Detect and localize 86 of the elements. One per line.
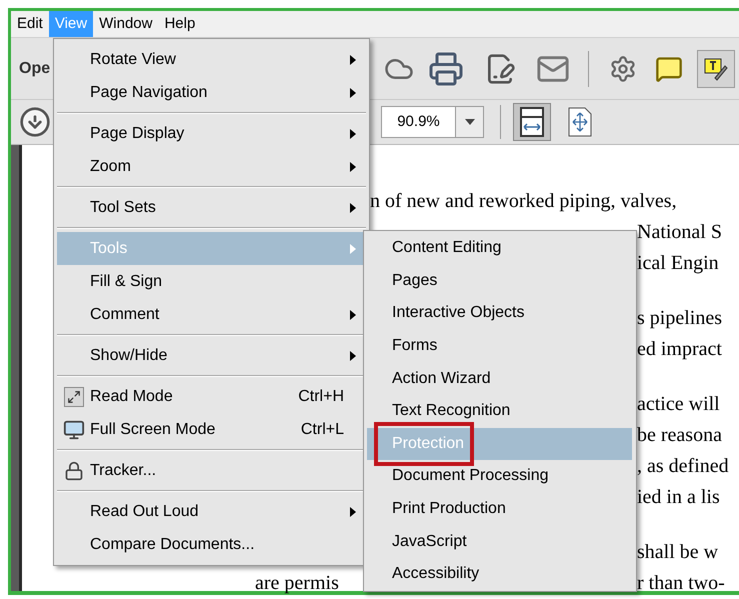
menu-item[interactable]: Accessibility <box>367 558 632 591</box>
menu-item-label: Rotate View <box>90 50 176 70</box>
menu-item-label: Tools <box>90 238 128 258</box>
toolbar-button[interactable]: Ope <box>19 56 50 80</box>
menu-item-label: Fill & Sign <box>90 272 162 292</box>
menu-item-label: Print Production <box>392 499 506 520</box>
menu-item-label: Page Display <box>90 124 184 144</box>
menu-item[interactable]: Tracker... <box>57 454 366 487</box>
submenu-arrow-icon <box>350 244 356 254</box>
document-text: , as defined <box>637 454 729 478</box>
zoom-field[interactable]: 90.9% <box>381 106 456 138</box>
fit-page-icon[interactable] <box>513 103 551 141</box>
submenu-arrow-icon <box>350 162 356 172</box>
menu-item-label: Comment <box>90 304 160 324</box>
menu-item-label: Interactive Objects <box>392 303 524 324</box>
menu-item-label: JavaScript <box>392 532 467 552</box>
submenu-arrow-icon <box>350 88 356 98</box>
lock-icon <box>64 460 84 480</box>
menu-item-label: Content Editing <box>392 238 502 258</box>
menu-bar-item[interactable]: Window <box>93 11 158 37</box>
menu-item[interactable]: Show/Hide <box>57 339 366 372</box>
typewriter-icon[interactable] <box>697 50 735 88</box>
speech-bubble-icon[interactable] <box>655 54 683 82</box>
menu-item[interactable]: Text Recognition <box>367 394 632 428</box>
menu-item[interactable]: JavaScript <box>367 525 632 558</box>
caret-icon <box>464 119 474 125</box>
document-text: r than two- <box>637 570 725 594</box>
menu-item[interactable]: Forms <box>367 330 632 362</box>
menu-item-label: Accessibility <box>392 564 480 584</box>
menu-item[interactable]: Document Processing <box>367 460 632 493</box>
menu-bar-item[interactable]: Edit <box>11 11 49 37</box>
document-text: National S <box>637 220 722 244</box>
shortcut-label: Ctrl+H <box>298 386 344 406</box>
menu-item-label: Page Navigation <box>90 82 208 102</box>
menu-item-label: Compare Documents... <box>90 534 255 554</box>
menu-item-label: Read Out Loud <box>90 502 199 522</box>
document-text: ed impract <box>637 336 722 360</box>
submenu-arrow-icon <box>350 310 356 320</box>
shortcut-label: Ctrl+L <box>300 420 344 440</box>
menu-item[interactable]: Action Wizard <box>367 362 632 395</box>
menu-item[interactable]: Read Out Loud <box>57 495 366 528</box>
menu-item[interactable]: Content Editing <box>367 232 632 265</box>
menu-item[interactable]: Tool Sets <box>57 191 366 224</box>
menu-item-label: Tracker... <box>90 460 156 480</box>
menu-item-label: Document Processing <box>392 466 549 486</box>
menu-item[interactable]: Zoom <box>57 150 366 183</box>
menu-item[interactable]: Rotate View <box>57 43 366 76</box>
menu-item[interactable]: Interactive Objects <box>367 297 632 330</box>
menu-item-label: Tool Sets <box>90 198 156 218</box>
document-text: s pipelines <box>637 306 722 330</box>
menu-item-label: Pages <box>392 270 438 291</box>
menu-item[interactable]: Print Production <box>367 492 632 526</box>
menu-item[interactable]: Pages <box>367 264 632 298</box>
menu-item-label: Read Mode <box>90 386 173 406</box>
document-text: n of new and reworked piping, valves, <box>370 188 677 212</box>
menu-bar-item[interactable]: Help <box>158 11 202 37</box>
expand-icon <box>64 386 84 406</box>
menu-item-label: Full Screen Mode <box>90 420 216 440</box>
document-text: actice will <box>637 392 720 416</box>
menu-item[interactable]: Read Mode Ctrl+H <box>57 380 366 413</box>
menu-item[interactable]: Fill & Sign <box>57 265 366 298</box>
menu-item[interactable]: Compare Documents... <box>57 528 366 561</box>
monitor-icon <box>62 418 84 440</box>
document-text: ied in a lis <box>637 484 720 508</box>
print-icon[interactable] <box>428 50 464 86</box>
menu-item[interactable]: Page Navigation <box>57 76 366 109</box>
document-text: are permis <box>255 570 339 594</box>
submenu-arrow-icon <box>350 128 356 138</box>
submenu-arrow-icon <box>350 54 356 64</box>
zoom-dropdown-button[interactable] <box>456 106 484 138</box>
submenu-arrow-icon <box>350 350 356 360</box>
submenu-arrow-icon <box>350 202 356 212</box>
menu-item[interactable]: Comment <box>57 298 366 331</box>
document-text: be reasona <box>637 422 722 446</box>
menu-item-label: Text Recognition <box>392 401 510 422</box>
document-text: ical Engin <box>637 250 719 274</box>
menu-item-label: Zoom <box>90 156 131 176</box>
settings-icon[interactable] <box>609 54 637 82</box>
document-text: shall be w <box>637 540 718 564</box>
menu-item[interactable]: Full Screen Mode Ctrl+L <box>57 413 366 446</box>
submenu-arrow-icon <box>350 506 356 516</box>
menu-item-label: Forms <box>392 336 438 356</box>
menu-item[interactable]: Page Display <box>57 117 366 150</box>
menu-item-label: Protection <box>392 434 464 454</box>
menu-item-label: Show/Hide <box>90 346 168 366</box>
menu-item-label: Action Wizard <box>392 368 491 389</box>
